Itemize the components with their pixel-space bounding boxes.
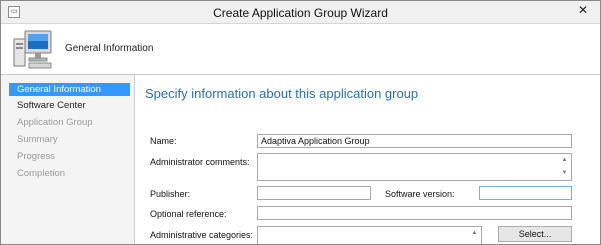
nav-item-software-center[interactable]: Software Center — [9, 99, 130, 112]
nav-item-summary[interactable]: Summary — [9, 133, 130, 146]
software-version-label: Software version: — [385, 189, 455, 199]
wizard-step-list: General Information Software Center Appl… — [1, 83, 132, 244]
software-version-field[interactable] — [479, 186, 572, 200]
nav-item-completion[interactable]: Completion — [9, 167, 130, 180]
title-bar[interactable]: ▭ Create Application Group Wizard ✕ — [1, 1, 600, 24]
publisher-label: Publisher: — [150, 189, 191, 199]
wizard-window: ▭ Create Application Group Wizard ✕ Gene… — [0, 0, 601, 245]
window-title: Create Application Group Wizard — [213, 6, 388, 20]
optional-reference-field[interactable] — [257, 206, 572, 220]
admin-comments-field[interactable]: ▲ ▼ — [257, 153, 572, 181]
scroll-down-icon[interactable]: ▼ — [559, 168, 570, 179]
computer-monitor-icon — [13, 30, 52, 69]
publisher-field[interactable] — [257, 186, 371, 200]
nav-item-application-group[interactable]: Application Group — [9, 116, 130, 129]
nav-item-general-information[interactable]: General Information — [9, 83, 130, 96]
select-button[interactable]: Select... — [498, 226, 572, 242]
admin-comments-label: Administrator comments: — [150, 157, 250, 167]
header-title: General Information — [65, 43, 154, 54]
wizard-content-panel: Specify information about this applicati… — [134, 75, 600, 244]
admin-categories-list[interactable]: ▲ — [257, 226, 482, 244]
close-button[interactable]: ✕ — [572, 1, 594, 19]
nav-item-progress[interactable]: Progress — [9, 150, 130, 163]
name-label: Name: — [150, 136, 177, 146]
optional-reference-label: Optional reference: — [150, 209, 227, 219]
page-heading: Specify information about this applicati… — [145, 86, 419, 101]
wizard-header: General Information — [1, 24, 600, 75]
scroll-up-icon[interactable]: ▲ — [469, 228, 480, 239]
name-field[interactable]: Adaptiva Application Group — [257, 134, 572, 148]
admin-categories-label: Administrative categories: — [150, 230, 254, 240]
scroll-up-icon[interactable]: ▲ — [559, 155, 570, 166]
